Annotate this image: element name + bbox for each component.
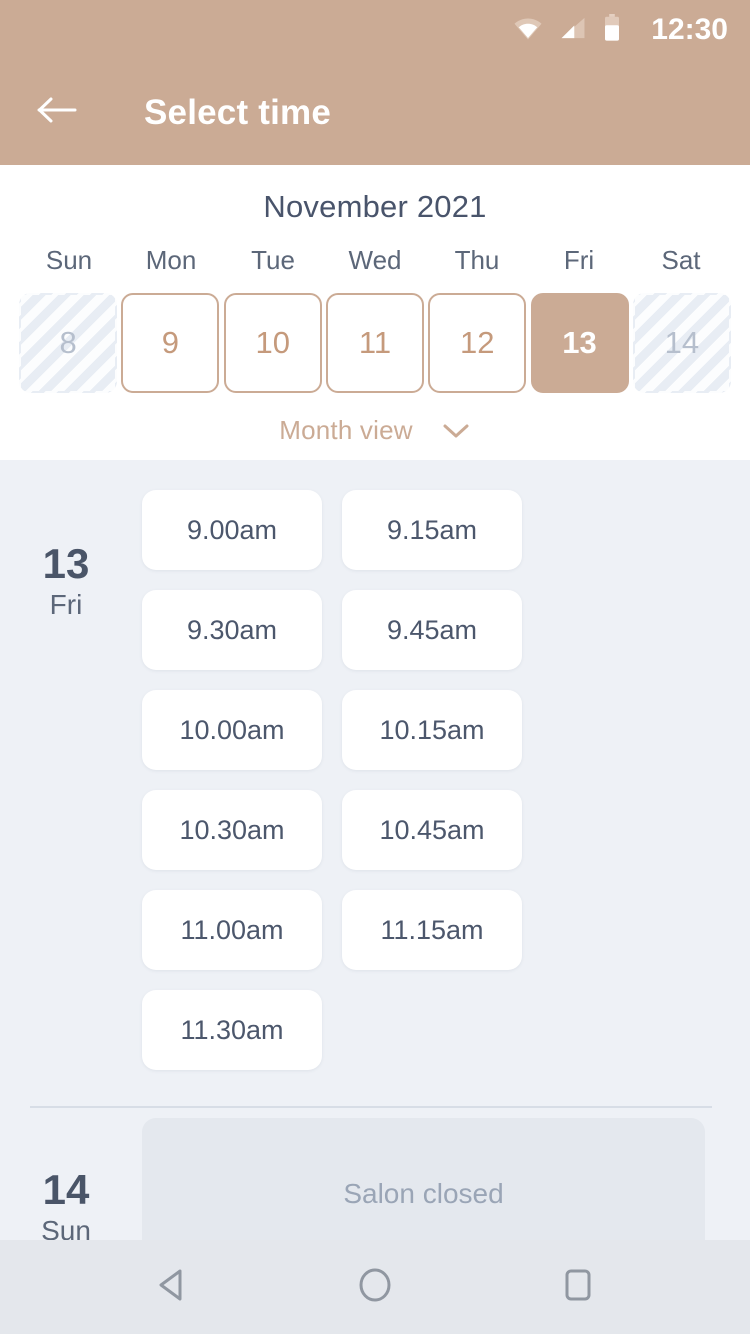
- salon-closed-banner: Salon closed: [142, 1118, 705, 1240]
- date-cell-wrap: 12: [427, 293, 527, 393]
- month-view-label: Month view: [279, 415, 413, 445]
- time-slot[interactable]: 9.00am: [142, 490, 322, 570]
- schedule-day-weekday: Fri: [49, 589, 83, 621]
- weekday-label-sat: Sat: [661, 245, 701, 275]
- date-cell-wrap: 13: [529, 293, 629, 393]
- time-slot-grid: 9.00am 9.15am 9.30am 9.45am 10.00am 10.1…: [132, 480, 750, 1080]
- schedule-day-number: 13: [42, 540, 90, 587]
- schedule-day-14: 14 Sun Salon closed: [0, 1108, 750, 1240]
- schedule-top-spacer: [0, 460, 750, 480]
- nav-back-button[interactable]: [132, 1247, 212, 1327]
- back-arrow-icon: [36, 95, 78, 130]
- date-cell-wrap: 8: [18, 293, 118, 393]
- weekday-label-thu: Thu: [454, 245, 500, 275]
- calendar-month-title: November 2021: [263, 189, 487, 224]
- date-cell-12[interactable]: 12: [428, 293, 527, 393]
- weekday-label-tue: Tue: [251, 245, 295, 275]
- status-bar: 12:30: [0, 0, 750, 60]
- wifi-icon: [513, 15, 543, 46]
- date-cell-13[interactable]: 13: [530, 293, 629, 393]
- nav-home-button[interactable]: [335, 1247, 415, 1327]
- calendar-date-row: 8 9 10 11 12 13 14: [0, 293, 750, 393]
- weekday-label-mon: Mon: [145, 245, 197, 275]
- schedule-day-label: 14 Sun: [0, 1108, 132, 1240]
- status-clock: 12:30: [651, 13, 728, 46]
- time-slot[interactable]: 10.15am: [342, 690, 522, 770]
- phone-screen: 12:30 Select time November 2021 Sun Mon …: [0, 0, 750, 1334]
- weekday-label-wed: Wed: [348, 245, 402, 275]
- date-cell-wrap: 11: [325, 293, 425, 393]
- app-bar: Select time: [0, 60, 750, 165]
- date-cell-wrap: 9: [120, 293, 220, 393]
- schedule-day-weekday: Sun: [41, 1215, 91, 1240]
- time-slot[interactable]: 10.00am: [142, 690, 322, 770]
- calendar-panel: November 2021 Sun Mon Tue Wed Thu Fri Sa…: [0, 165, 750, 460]
- time-slot[interactable]: 9.15am: [342, 490, 522, 570]
- weekday-label-sun: Sun: [45, 245, 93, 275]
- time-slot[interactable]: 10.30am: [142, 790, 322, 870]
- back-triangle-icon: [155, 1267, 189, 1308]
- time-slot[interactable]: 9.30am: [142, 590, 322, 670]
- month-view-toggle[interactable]: Month view: [0, 415, 750, 446]
- date-cell-11[interactable]: 11: [325, 293, 424, 393]
- date-cell-wrap: 10: [223, 293, 323, 393]
- closed-grid: Salon closed: [132, 1108, 750, 1240]
- schedule-day-number: 14: [42, 1166, 90, 1213]
- date-cell-9[interactable]: 9: [121, 293, 220, 393]
- schedule-list[interactable]: 13 Fri 9.00am 9.15am 9.30am 9.45am 10.00…: [0, 460, 750, 1240]
- home-circle-icon: [357, 1266, 393, 1309]
- date-cell-wrap: 14: [632, 293, 732, 393]
- date-cell-10[interactable]: 10: [223, 293, 322, 393]
- nav-recents-button[interactable]: [538, 1247, 618, 1327]
- schedule-day-13: 13 Fri 9.00am 9.15am 9.30am 9.45am 10.00…: [0, 480, 750, 1080]
- chevron-down-icon: [441, 422, 471, 440]
- time-slot[interactable]: 11.15am: [342, 890, 522, 970]
- time-slot[interactable]: 11.30am: [142, 990, 322, 1070]
- status-icons: 12:30: [513, 13, 728, 47]
- time-slot[interactable]: 9.45am: [342, 590, 522, 670]
- date-cell-14: 14: [632, 293, 731, 393]
- recents-square-icon: [561, 1267, 595, 1308]
- android-nav-bar: [0, 1240, 750, 1334]
- battery-icon: [603, 13, 621, 47]
- calendar-weekday-row: Sun Mon Tue Wed Thu Fri Sat: [0, 247, 750, 293]
- weekday-label-fri: Fri: [563, 245, 595, 275]
- date-cell-8: 8: [19, 293, 118, 393]
- time-slot[interactable]: 11.00am: [142, 890, 322, 970]
- signal-icon: [559, 15, 587, 46]
- schedule-day-label: 13 Fri: [0, 480, 132, 624]
- time-slot[interactable]: 10.45am: [342, 790, 522, 870]
- page-title: Select time: [144, 92, 332, 132]
- back-button[interactable]: [34, 90, 80, 136]
